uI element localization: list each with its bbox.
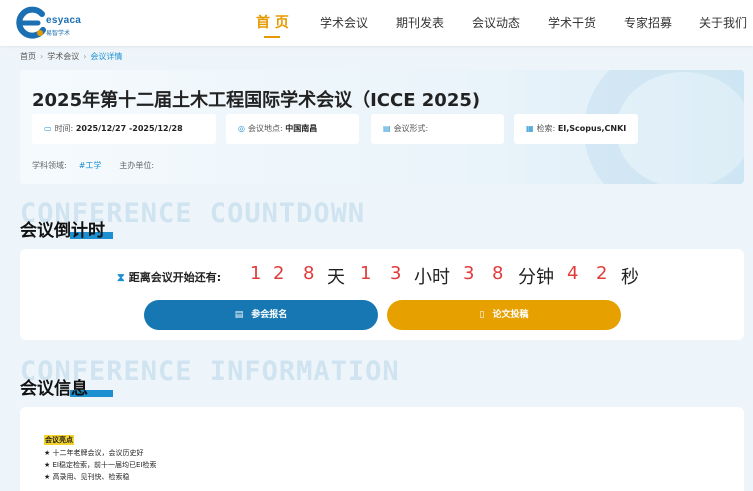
info-title: 会议信息 — [20, 379, 88, 399]
nav-articles[interactable]: 学术干货 — [548, 14, 596, 31]
info-format: ▤ 会议形式: — [371, 114, 504, 144]
highlight-item: ★ 十二年老牌会议，会议历史好 — [44, 449, 144, 457]
breadcrumb: 首页 › 学术会议 › 会议详情 — [20, 51, 122, 62]
countdown-digit: 1 — [250, 263, 262, 284]
index-icon: ▦ — [526, 124, 534, 133]
time-value: 2025/12/27 -2025/12/28 — [75, 124, 183, 133]
conference-hero: 2025年第十二届土木工程国际学术会议（ICCE 2025) ▭ 时间: 2025… — [20, 70, 744, 184]
nav-about[interactable]: 关于我们 — [699, 14, 747, 31]
countdown-unit-days: 天 — [327, 267, 345, 288]
location-pin-icon: ◎ — [238, 124, 245, 133]
countdown-unit-seconds: 秒 — [621, 267, 639, 288]
site-logo[interactable]: esyaca 易智学术 — [16, 6, 88, 40]
breadcrumb-home[interactable]: 首页 — [20, 52, 36, 61]
index-value: EI,Scopus,CNKI — [557, 124, 627, 133]
countdown-unit-minutes: 分钟 — [518, 267, 554, 288]
location-value: 中国南昌 — [285, 124, 318, 133]
breadcrumb-conferences[interactable]: 学术会议 — [47, 52, 79, 61]
hourglass-icon: ⧗ — [117, 271, 125, 284]
info-card: 会议亮点 ★ 十二年老牌会议，会议历史好 ★ EI稳定检索，前十一届均已EI检索… — [20, 407, 744, 491]
nav-home[interactable]: 首 页 — [256, 12, 289, 32]
highlight-title: 会议亮点 — [44, 435, 74, 445]
countdown-unit-hours: 小时 — [414, 267, 450, 288]
nav-experts[interactable]: 专家招募 — [624, 14, 672, 31]
countdown-card: ⧗ 距离会议开始还有: 1 2 8 天 1 3 小时 3 8 分钟 4 2 秒 ▤… — [20, 249, 744, 340]
countdown-digit: 8 — [492, 263, 504, 284]
countdown-digit: 2 — [596, 263, 608, 284]
info-index: ▦ 检索: EI,Scopus,CNKI — [514, 114, 638, 144]
countdown-title: 会议倒计时 — [20, 221, 105, 241]
info-time: ▭ 时间: 2025/12/27 -2025/12/28 — [32, 114, 216, 144]
breadcrumb-separator: › — [40, 52, 44, 61]
countdown-digit: 3 — [390, 263, 402, 284]
register-icon: ▤ — [234, 310, 244, 320]
register-button[interactable]: ▤ 参会报名 — [144, 300, 378, 330]
breadcrumb-current: 会议详情 — [90, 52, 123, 61]
submit-paper-button[interactable]: ▯ 论文投稿 — [387, 300, 621, 330]
countdown-digit: 2 — [273, 263, 285, 284]
format-icon: ▤ — [383, 124, 391, 133]
countdown-digit: 4 — [567, 263, 579, 284]
conference-meta: 学科领域: #工学 主办单位: — [32, 161, 155, 170]
countdown-digit: 1 — [360, 263, 372, 284]
logo-text: esyaca — [46, 15, 82, 26]
highlight-item: ★ 高录用、见刊快、检索稳 — [44, 473, 130, 481]
nav-conferences[interactable]: 学术会议 — [320, 14, 368, 31]
countdown-digit: 8 — [303, 263, 315, 284]
nav-active-underline — [264, 36, 280, 38]
nav-journals[interactable]: 期刊发表 — [396, 14, 444, 31]
top-header: esyaca 易智学术 首 页 学术会议 期刊发表 会议动态 学术干货 专家招募… — [0, 0, 753, 46]
breadcrumb-separator: › — [83, 52, 87, 61]
highlight-item: ★ EI稳定检索，前十一届均已EI检索 — [44, 461, 157, 469]
nav-news[interactable]: 会议动态 — [472, 14, 520, 31]
paper-icon: ▯ — [479, 310, 485, 320]
logo-e-icon — [16, 6, 46, 39]
countdown-digit: 3 — [463, 263, 475, 284]
field-tag[interactable]: #工学 — [79, 161, 102, 170]
info-location: ◎ 会议地点: 中国南昌 — [226, 114, 359, 144]
conference-title: 2025年第十二届土木工程国际学术会议（ICCE 2025) — [32, 90, 481, 111]
calendar-icon: ▭ — [44, 124, 52, 133]
logo-subtext: 易智学术 — [46, 30, 71, 37]
countdown-label: ⧗ 距离会议开始还有: — [117, 271, 222, 284]
